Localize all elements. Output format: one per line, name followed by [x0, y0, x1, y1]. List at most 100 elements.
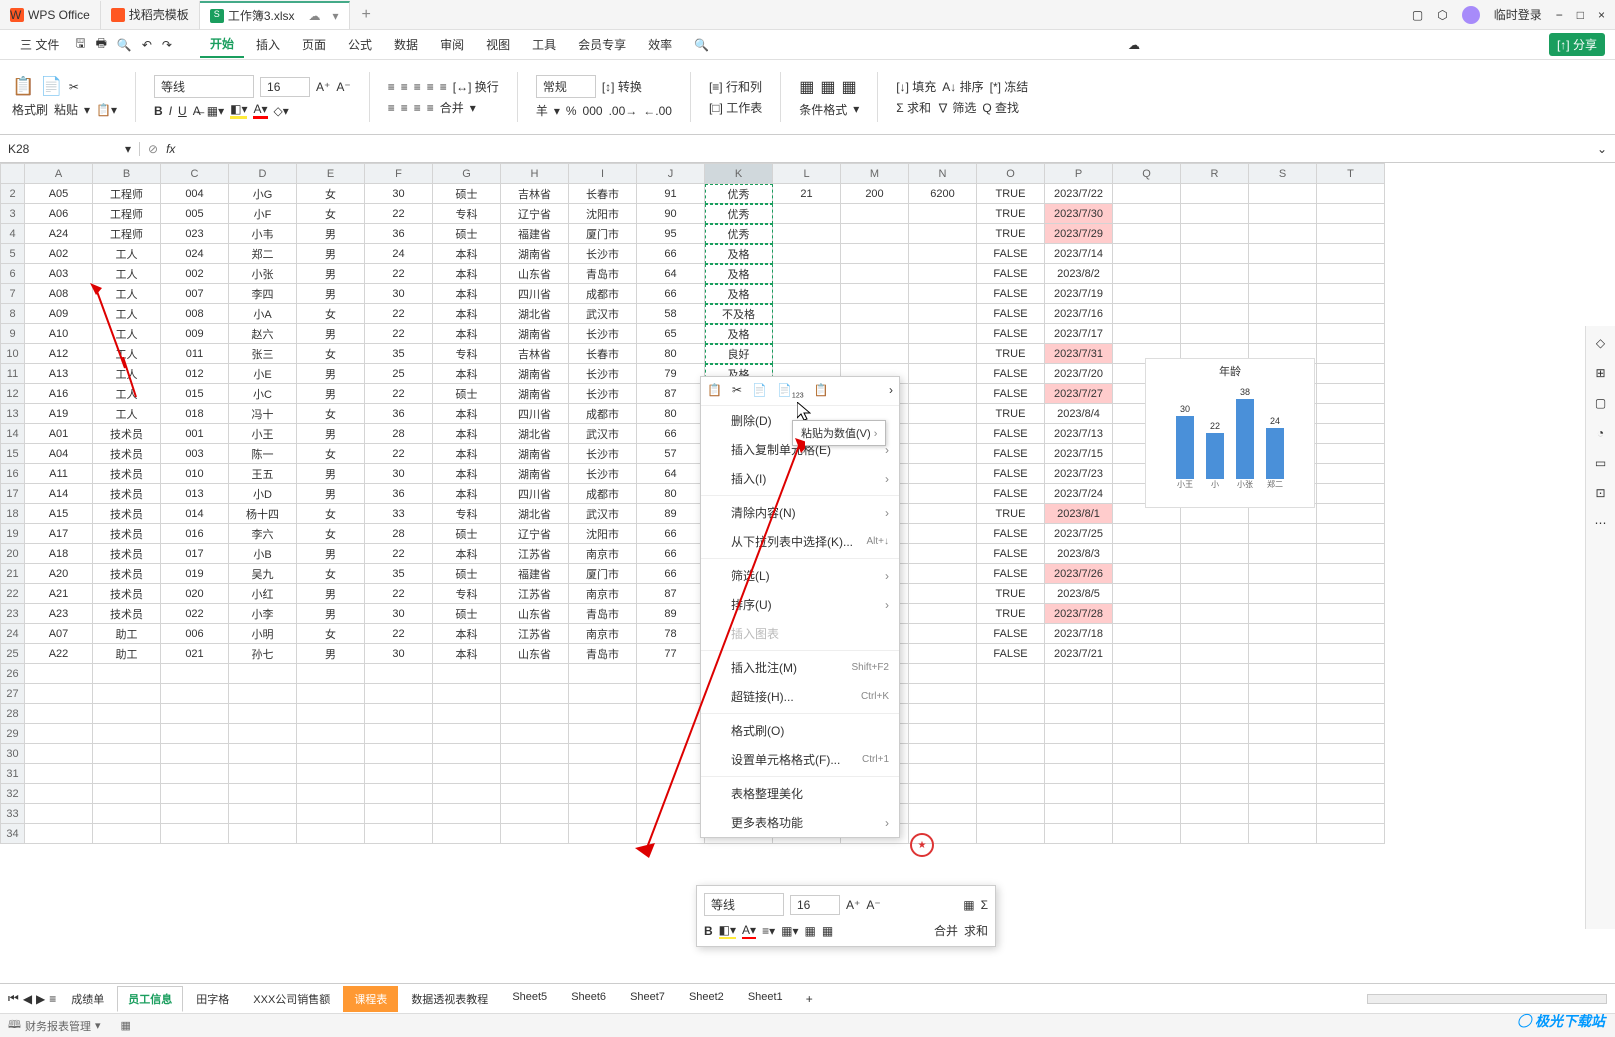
cell[interactable]: 016 [161, 524, 229, 544]
cell[interactable] [433, 684, 501, 704]
cell[interactable]: 男 [297, 264, 365, 284]
cell[interactable]: A06 [25, 204, 93, 224]
cell[interactable] [297, 804, 365, 824]
cell[interactable] [909, 484, 977, 504]
cell[interactable]: 21 [773, 184, 841, 204]
mini-style-button[interactable]: ▦ [822, 924, 833, 938]
cell[interactable] [1317, 304, 1385, 324]
cell[interactable]: 6200 [909, 184, 977, 204]
mini-sum-button[interactable]: 求和 [964, 922, 988, 939]
cell[interactable] [1249, 784, 1317, 804]
cell[interactable]: 本科 [433, 424, 501, 444]
row-header-20[interactable]: 20 [1, 544, 25, 564]
cell[interactable] [909, 244, 977, 264]
cell[interactable] [773, 224, 841, 244]
paste-icon[interactable]: 📄 [40, 76, 62, 97]
cell[interactable] [773, 204, 841, 224]
cell[interactable] [25, 804, 93, 824]
cell[interactable] [433, 744, 501, 764]
cell[interactable]: 90 [637, 204, 705, 224]
cell[interactable] [1113, 264, 1181, 284]
cell[interactable] [909, 584, 977, 604]
cell[interactable] [1317, 824, 1385, 844]
panel-icon[interactable]: ▢ [1412, 8, 1423, 22]
print-icon[interactable]: 🖶 [92, 34, 111, 55]
cell[interactable]: 本科 [433, 544, 501, 564]
ctx-item[interactable]: 插入(I) [701, 464, 899, 493]
cell[interactable] [25, 664, 93, 684]
convert-button[interactable]: [↕] 转换 [602, 78, 642, 95]
cell[interactable]: 厦门市 [569, 224, 637, 244]
sheet-tab[interactable]: Sheet2 [678, 986, 735, 1012]
cell[interactable]: 江苏省 [501, 544, 569, 564]
row-header-3[interactable]: 3 [1, 204, 25, 224]
cell[interactable] [297, 724, 365, 744]
cell[interactable] [841, 244, 909, 264]
row-header-7[interactable]: 7 [1, 284, 25, 304]
row-header-30[interactable]: 30 [1, 744, 25, 764]
mini-bold-button[interactable]: B [704, 924, 713, 938]
cell[interactable]: 成都市 [569, 404, 637, 424]
cell[interactable]: 014 [161, 504, 229, 524]
cell[interactable]: 专科 [433, 344, 501, 364]
cell[interactable] [365, 704, 433, 724]
cell[interactable] [569, 804, 637, 824]
cell[interactable] [1181, 624, 1249, 644]
font-name-select[interactable]: 等线 [154, 75, 254, 98]
cell[interactable]: 青岛市 [569, 644, 637, 664]
cell[interactable] [1113, 524, 1181, 544]
cell[interactable] [569, 704, 637, 724]
cell[interactable] [1181, 724, 1249, 744]
cell[interactable] [1317, 524, 1385, 544]
cell[interactable]: 硕士 [433, 524, 501, 544]
cell[interactable] [1181, 704, 1249, 724]
cell[interactable] [229, 704, 297, 724]
cell[interactable]: 22 [365, 264, 433, 284]
cell[interactable]: 22 [365, 544, 433, 564]
sheet-tab[interactable]: 课程表 [343, 986, 398, 1012]
col-header-T[interactable]: T [1317, 164, 1385, 184]
cell[interactable] [1113, 704, 1181, 724]
align-right-icon[interactable]: ≡ [414, 101, 421, 115]
cell[interactable] [1317, 624, 1385, 644]
cell[interactable]: 30 [365, 284, 433, 304]
align-top-icon[interactable]: ≡ [388, 80, 395, 94]
cell[interactable]: 001 [161, 424, 229, 444]
row-header-4[interactable]: 4 [1, 224, 25, 244]
ctx-item[interactable]: 筛选(L) [701, 561, 899, 590]
cell[interactable]: 本科 [433, 284, 501, 304]
namebox-dropdown-icon[interactable]: ▾ [125, 142, 131, 156]
cell[interactable]: FALSE [977, 524, 1045, 544]
cell[interactable] [25, 704, 93, 724]
cell[interactable]: A18 [25, 544, 93, 564]
file-menu[interactable]: 三 文件 [10, 32, 69, 57]
cell[interactable]: 四川省 [501, 404, 569, 424]
ctx-paste-icon[interactable]: 📄 [752, 383, 767, 399]
cell[interactable] [909, 624, 977, 644]
cell[interactable]: 004 [161, 184, 229, 204]
cell[interactable] [1317, 264, 1385, 284]
formula-input[interactable] [183, 141, 1581, 156]
cell[interactable]: FALSE [977, 644, 1045, 664]
cell[interactable]: 湖北省 [501, 304, 569, 324]
copy-icon[interactable]: 📋 [12, 76, 34, 97]
cell[interactable] [1045, 744, 1113, 764]
cell[interactable]: 郑二 [229, 244, 297, 264]
cell[interactable] [773, 264, 841, 284]
cell[interactable]: 2023/8/5 [1045, 584, 1113, 604]
cell[interactable]: A07 [25, 624, 93, 644]
font-size-select[interactable]: 16 [260, 77, 310, 97]
sheet-tab[interactable]: Sheet6 [560, 986, 617, 1012]
mini-border-button[interactable]: ▦▾ [781, 924, 798, 938]
cell[interactable]: 2023/7/13 [1045, 424, 1113, 444]
cell[interactable]: 李六 [229, 524, 297, 544]
cell[interactable]: 22 [365, 584, 433, 604]
cell[interactable]: 技术员 [93, 484, 161, 504]
cell[interactable] [977, 804, 1045, 824]
row-header-25[interactable]: 25 [1, 644, 25, 664]
cell[interactable]: 江苏省 [501, 624, 569, 644]
cell[interactable]: 64 [637, 264, 705, 284]
cell[interactable]: 男 [297, 584, 365, 604]
cell[interactable]: 87 [637, 584, 705, 604]
cell[interactable] [1249, 204, 1317, 224]
